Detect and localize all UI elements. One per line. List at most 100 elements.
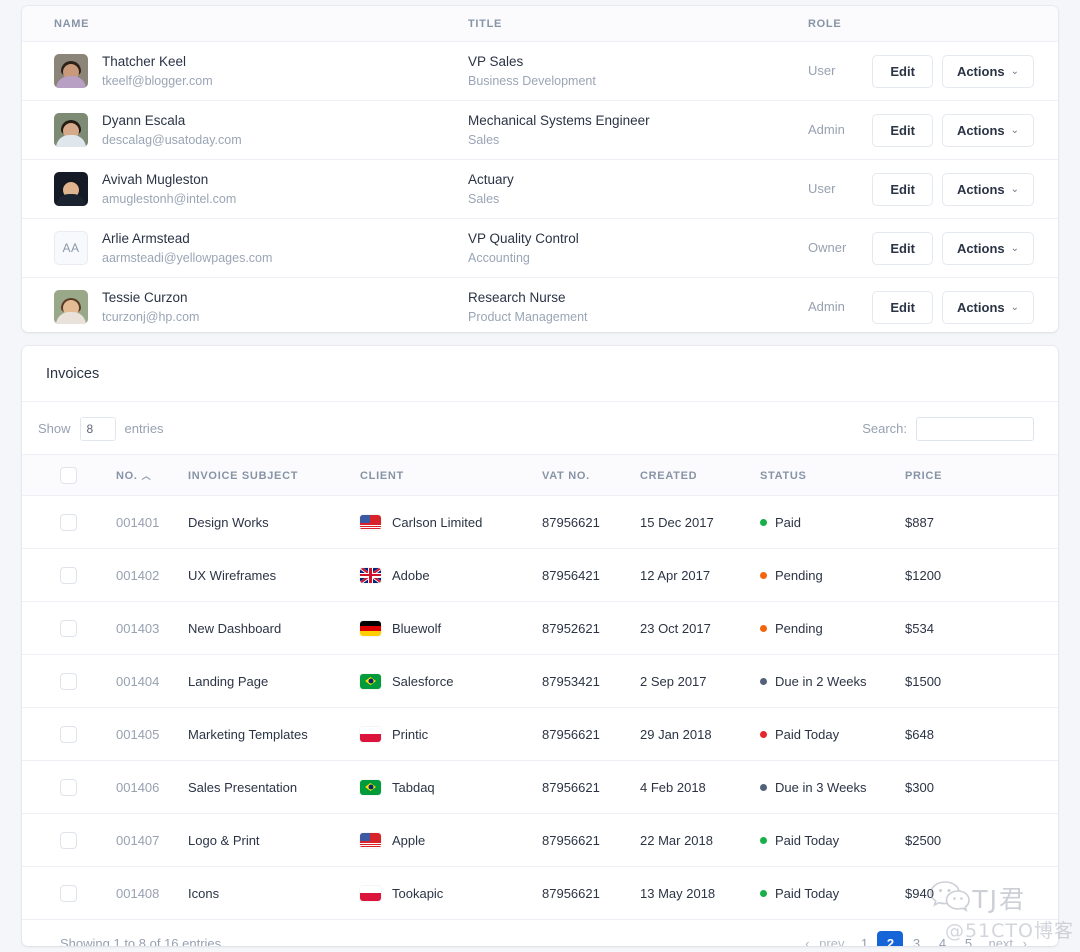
row-checkbox[interactable] — [60, 566, 77, 584]
table-row: Dyann Escala descalag@usatoday.com Mecha… — [22, 100, 1058, 160]
row-checkbox[interactable] — [60, 884, 77, 902]
invoice-price: $1200 — [905, 567, 942, 583]
actions-button[interactable]: Actions ⌄ — [941, 231, 1034, 265]
flag-us-icon — [360, 832, 381, 848]
avatar — [54, 172, 88, 206]
invoice-client: Tabdaq — [392, 779, 435, 795]
table-row: 001407 Logo & Print Apple 87956621 22 Ma… — [22, 813, 1058, 867]
pagination-page-5[interactable]: 5 — [955, 931, 981, 946]
invoice-client-cell: Tookapic — [360, 866, 542, 920]
invoices-col-price[interactable]: PRICE — [905, 454, 1058, 496]
invoice-created-cell: 2 Sep 2017 — [640, 654, 760, 708]
invoice-client: Salesforce — [392, 673, 454, 689]
edit-button[interactable]: Edit — [872, 231, 933, 265]
page-length-input[interactable] — [79, 416, 116, 441]
chevron-right-icon: › — [1022, 936, 1027, 946]
invoice-select-cell[interactable] — [22, 813, 116, 867]
user-role: User — [808, 63, 836, 78]
invoice-select-cell[interactable] — [22, 760, 116, 814]
invoice-price: $887 — [905, 514, 934, 530]
invoice-select-cell[interactable] — [22, 866, 116, 920]
invoice-subject-cell: Design Works — [188, 495, 360, 549]
status-dot-icon — [760, 518, 767, 526]
actions-button[interactable]: Actions ⌄ — [941, 113, 1034, 147]
invoice-status-cell: Paid Today — [760, 813, 905, 867]
pagination-page-1[interactable]: 1 — [851, 931, 877, 946]
actions-button[interactable]: Actions ⌄ — [941, 290, 1034, 324]
user-name: Thatcher Keel — [102, 54, 187, 70]
invoices-col-created[interactable]: CREATED — [640, 454, 760, 496]
row-checkbox[interactable] — [60, 672, 77, 690]
user-department: Business Development — [468, 73, 596, 88]
pagination-prev[interactable]: ‹ prev — [798, 931, 851, 946]
invoice-vat-cell: 87956621 — [542, 813, 640, 867]
invoices-toolbar: Show entries Search: — [22, 402, 1058, 454]
user-name-cell: Dyann Escala descalag@usatoday.com — [22, 100, 468, 160]
invoice-select-cell[interactable] — [22, 601, 116, 655]
user-title: Actuary — [468, 172, 514, 188]
search-input[interactable] — [916, 416, 1034, 441]
invoice-subject-cell: New Dashboard — [188, 601, 360, 655]
edit-button[interactable]: Edit — [872, 290, 933, 324]
invoices-card: Invoices Show entries Search: — [22, 346, 1058, 946]
invoice-subject-cell: Icons — [188, 866, 360, 920]
invoice-vat: 87956621 — [542, 885, 600, 901]
invoice-no-cell: 001406 — [116, 760, 188, 814]
invoice-price-cell: $940 — [905, 866, 1058, 920]
invoices-col-vat[interactable]: VAT NO. — [542, 454, 640, 496]
actions-button[interactable]: Actions ⌄ — [941, 172, 1034, 206]
invoice-status-cell: Due in 2 Weeks — [760, 654, 905, 708]
pagination-page-3[interactable]: 3 — [903, 931, 929, 946]
invoice-no: 001407 — [116, 832, 160, 848]
avatar: AA — [54, 231, 88, 265]
flag-pl-icon — [360, 726, 381, 742]
invoices-table-header: NO. ︿ INVOICE SUBJECT CLIENT VAT NO. CREA… — [22, 454, 1058, 496]
invoice-client-cell: Tabdaq — [360, 760, 542, 814]
table-row: 001408 Icons Tookapic 87956621 13 May 20… — [22, 866, 1058, 920]
status-dot-icon — [760, 783, 767, 791]
invoices-col-client[interactable]: CLIENT — [360, 454, 542, 496]
flag-us-icon — [360, 514, 381, 530]
invoice-select-cell[interactable] — [22, 548, 116, 602]
flag-br-icon — [360, 779, 381, 795]
invoice-created-cell: 29 Jan 2018 — [640, 707, 760, 761]
row-checkbox[interactable] — [60, 778, 77, 796]
invoice-subject: UX Wireframes — [188, 567, 277, 583]
user-title-cell: Research Nurse Product Management — [468, 278, 808, 333]
avatar — [54, 113, 88, 147]
edit-button[interactable]: Edit — [872, 54, 933, 88]
invoices-table-body: 001401 Design Works Carlson Limited 8795… — [22, 495, 1058, 920]
invoice-created: 22 Mar 2018 — [640, 832, 713, 848]
invoice-select-cell[interactable] — [22, 495, 116, 549]
invoice-created: 4 Feb 2018 — [640, 779, 706, 795]
invoice-price-cell: $2500 — [905, 813, 1058, 867]
pagination-page-2[interactable]: 2 — [877, 930, 904, 946]
edit-button[interactable]: Edit — [872, 113, 933, 147]
user-title-cell: Actuary Sales — [468, 159, 808, 219]
actions-button[interactable]: Actions ⌄ — [941, 54, 1034, 88]
invoices-col-status[interactable]: STATUS — [760, 454, 905, 496]
invoice-created: 13 May 2018 — [640, 885, 716, 901]
user-department: Accounting — [468, 250, 530, 265]
row-checkbox[interactable] — [60, 725, 77, 743]
invoice-price-cell: $1500 — [905, 654, 1058, 708]
invoice-price: $940 — [905, 885, 934, 901]
invoices-col-select[interactable] — [22, 454, 116, 496]
user-name: Avivah Mugleston — [102, 172, 209, 188]
edit-button[interactable]: Edit — [872, 172, 933, 206]
row-checkbox[interactable] — [60, 513, 77, 531]
invoice-price: $534 — [905, 620, 934, 636]
invoice-vat-cell: 87956621 — [542, 495, 640, 549]
user-actions-cell: Edit Actions ⌄ — [872, 159, 1058, 219]
invoice-select-cell[interactable] — [22, 654, 116, 708]
invoices-col-no[interactable]: NO. ︿ — [116, 454, 188, 496]
pagination-page-4[interactable]: 4 — [929, 931, 955, 946]
invoice-subject: Landing Page — [188, 673, 269, 689]
invoices-col-subject[interactable]: INVOICE SUBJECT — [188, 454, 360, 496]
row-checkbox[interactable] — [60, 619, 77, 637]
invoice-select-cell[interactable] — [22, 707, 116, 761]
select-all-checkbox[interactable] — [60, 467, 77, 484]
pagination-next[interactable]: next › — [981, 931, 1034, 946]
invoice-vat: 87953421 — [542, 673, 600, 689]
row-checkbox[interactable] — [60, 831, 77, 849]
